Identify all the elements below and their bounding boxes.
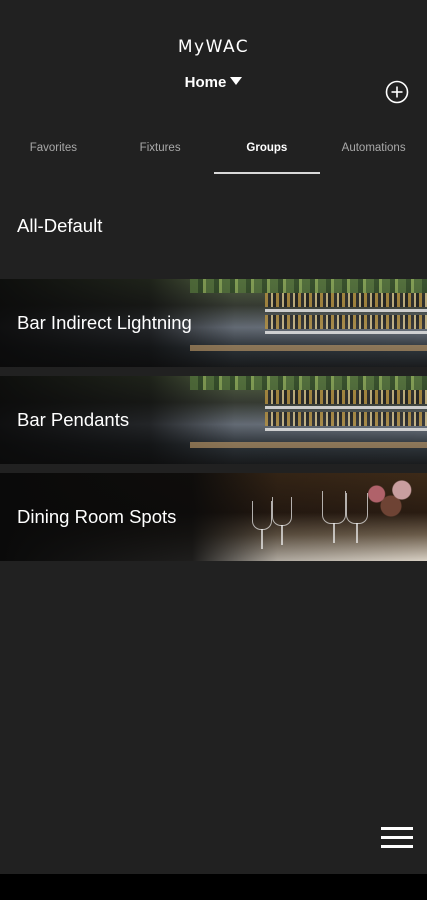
tab-label: Groups bbox=[246, 142, 288, 154]
active-tab-underline bbox=[213, 172, 321, 174]
location-label: Home bbox=[184, 74, 227, 91]
group-label: Dining Room Spots bbox=[17, 506, 177, 527]
tab-label: Fixtures bbox=[139, 142, 181, 154]
hamburger-menu-icon[interactable] bbox=[381, 827, 413, 849]
app-title: MyWAC bbox=[177, 37, 250, 57]
plus-circle-icon[interactable] bbox=[385, 80, 409, 104]
group-label: Bar Pendants bbox=[17, 409, 130, 430]
group-item-all-default[interactable]: All-Default bbox=[0, 182, 427, 270]
group-label: All-Default bbox=[17, 215, 103, 236]
tab-groups[interactable]: Groups bbox=[213, 130, 321, 174]
location-selector[interactable]: Home bbox=[0, 74, 427, 91]
group-item-bar-pendants[interactable]: Bar Pendants bbox=[0, 376, 427, 464]
system-bottom-bar bbox=[0, 874, 427, 900]
app-header: MyWAC Home Favorites Fixtures Groups Aut… bbox=[0, 0, 427, 180]
tab-bar: Favorites Fixtures Groups Automations bbox=[0, 130, 427, 174]
tab-fixtures[interactable]: Fixtures bbox=[107, 130, 214, 174]
group-label: Bar Indirect Lightning bbox=[17, 312, 192, 333]
group-item-bar-indirect-lightning[interactable]: Bar Indirect Lightning bbox=[0, 279, 427, 367]
tab-automations[interactable]: Automations bbox=[320, 130, 427, 174]
groups-list: All-Default Bar Indirect Lightning Bar P… bbox=[0, 182, 427, 570]
tab-label: Favorites bbox=[29, 142, 78, 154]
caret-down-icon bbox=[230, 77, 243, 85]
group-item-dining-room-spots[interactable]: Dining Room Spots bbox=[0, 473, 427, 561]
tab-favorites[interactable]: Favorites bbox=[0, 130, 107, 174]
tab-label: Automations bbox=[341, 142, 406, 154]
